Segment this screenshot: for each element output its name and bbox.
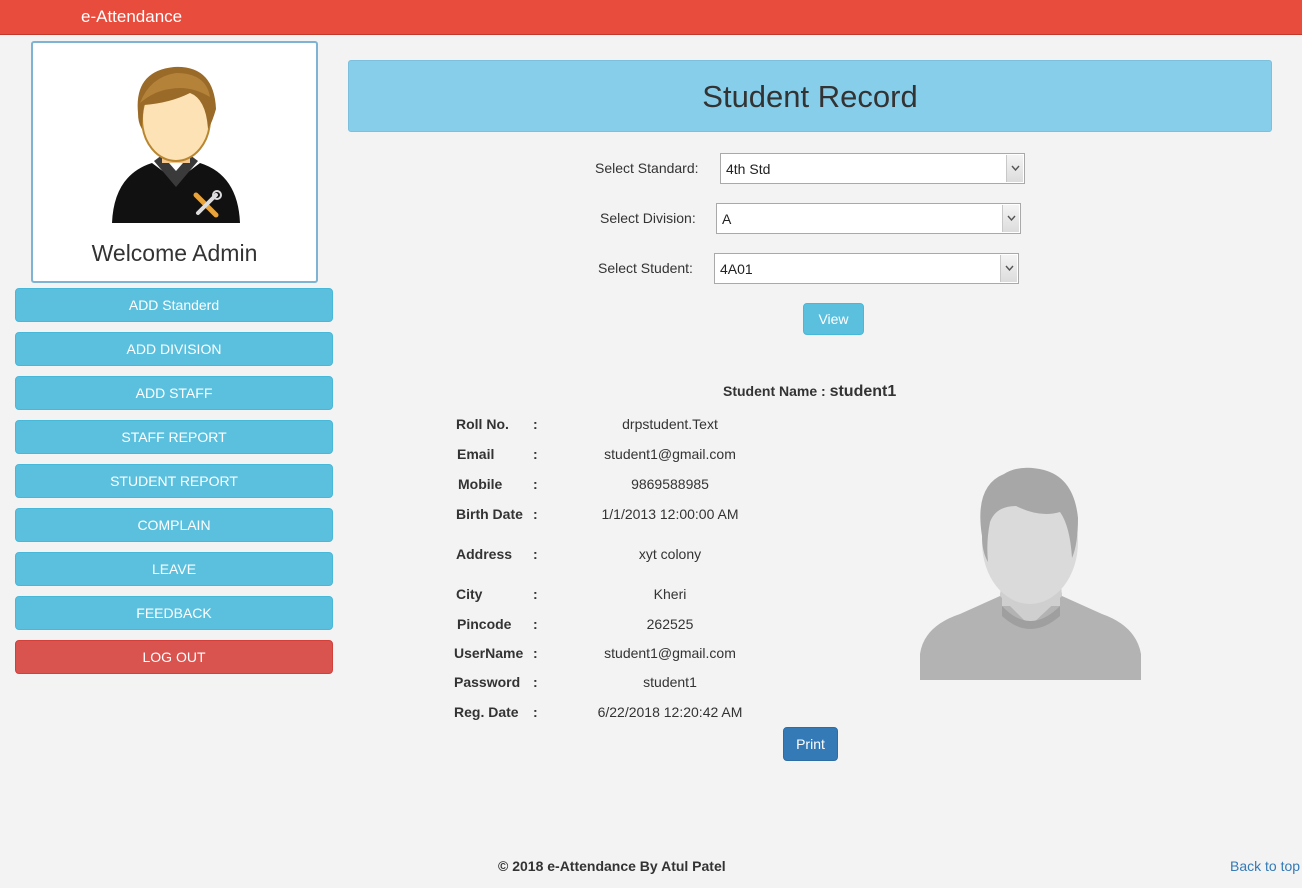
student-report-button[interactable]: STUDENT REPORT <box>15 464 333 498</box>
add-standard-button[interactable]: ADD Standerd <box>15 288 333 322</box>
field-colon: : <box>533 446 538 462</box>
chevron-down-icon[interactable] <box>1006 155 1023 182</box>
field-colon: : <box>533 674 538 690</box>
field-label-address: Address <box>456 546 513 562</box>
standard-select-value: 4th Std <box>726 161 771 177</box>
field-label-roll-no: Roll No. <box>456 416 509 432</box>
field-value-pincode: 262525 <box>646 616 694 632</box>
profile-card: Welcome Admin <box>31 41 318 283</box>
staff-report-button[interactable]: STAFF REPORT <box>15 420 333 454</box>
select-division-label: Select Division: <box>600 210 696 226</box>
field-colon: : <box>533 546 538 562</box>
student-name-value: student1 <box>829 383 897 400</box>
field-label-email: Email <box>457 446 495 462</box>
field-label-username: UserName <box>454 645 524 661</box>
top-navbar: e-Attendance <box>0 0 1302 35</box>
field-value-city: Kheri <box>653 586 687 602</box>
print-button[interactable]: Print <box>783 727 838 761</box>
view-button[interactable]: View <box>803 303 864 335</box>
division-select[interactable]: A <box>716 203 1021 234</box>
field-label-city: City <box>456 586 483 602</box>
field-label-mobile: Mobile <box>458 476 503 492</box>
field-colon: : <box>533 586 538 602</box>
field-value-address: xyt colony <box>638 546 702 562</box>
logout-button[interactable]: LOG OUT <box>15 640 333 674</box>
student-select-value: 4A01 <box>720 261 753 277</box>
admin-avatar-icon <box>112 66 240 223</box>
select-standard-label: Select Standard: <box>595 160 699 176</box>
field-value-password: student1 <box>643 674 697 690</box>
student-name-label: Student Name : <box>723 383 826 399</box>
division-select-value: A <box>722 211 732 227</box>
field-value-email: student1@gmail.com <box>604 446 736 462</box>
add-division-button[interactable]: ADD DIVISION <box>15 332 333 366</box>
feedback-button[interactable]: FEEDBACK <box>15 596 333 630</box>
field-colon: : <box>533 506 538 522</box>
select-student-label: Select Student: <box>598 260 693 276</box>
field-label-birth-date: Birth Date <box>456 506 523 522</box>
standard-select[interactable]: 4th Std <box>720 153 1025 184</box>
back-to-top-link[interactable]: Back to top <box>1230 858 1300 874</box>
field-colon: : <box>533 616 538 632</box>
field-colon: : <box>533 645 538 661</box>
field-value-reg-date: 6/22/2018 12:20:42 AM <box>597 704 743 720</box>
student-photo-placeholder <box>920 467 1141 680</box>
field-value-username: student1@gmail.com <box>604 645 736 661</box>
brand-title[interactable]: e-Attendance <box>81 7 182 27</box>
field-value-mobile: 9869588985 <box>631 476 709 492</box>
student-select[interactable]: 4A01 <box>714 253 1019 284</box>
complain-button[interactable]: COMPLAIN <box>15 508 333 542</box>
page-title: Student Record <box>702 79 918 114</box>
field-label-pincode: Pincode <box>457 616 512 632</box>
field-colon: : <box>533 416 538 432</box>
chevron-down-icon[interactable] <box>1002 205 1019 232</box>
field-colon: : <box>533 704 538 720</box>
footer-copyright: © 2018 e-Attendance By Atul Patel <box>498 858 726 874</box>
field-label-reg-date: Reg. Date <box>454 704 519 720</box>
page-title-box: Student Record <box>348 60 1272 132</box>
welcome-text: Welcome Admin <box>91 240 258 266</box>
field-colon: : <box>533 476 538 492</box>
field-value-roll-no: drpstudent.Text <box>622 416 718 432</box>
field-value-birth-date: 1/1/2013 12:00:00 AM <box>601 506 739 522</box>
student-name-row: Student Name : student1 <box>723 383 896 401</box>
leave-button[interactable]: LEAVE <box>15 552 333 586</box>
chevron-down-icon[interactable] <box>1000 255 1017 282</box>
add-staff-button[interactable]: ADD STAFF <box>15 376 333 410</box>
field-label-password: Password <box>454 674 521 690</box>
